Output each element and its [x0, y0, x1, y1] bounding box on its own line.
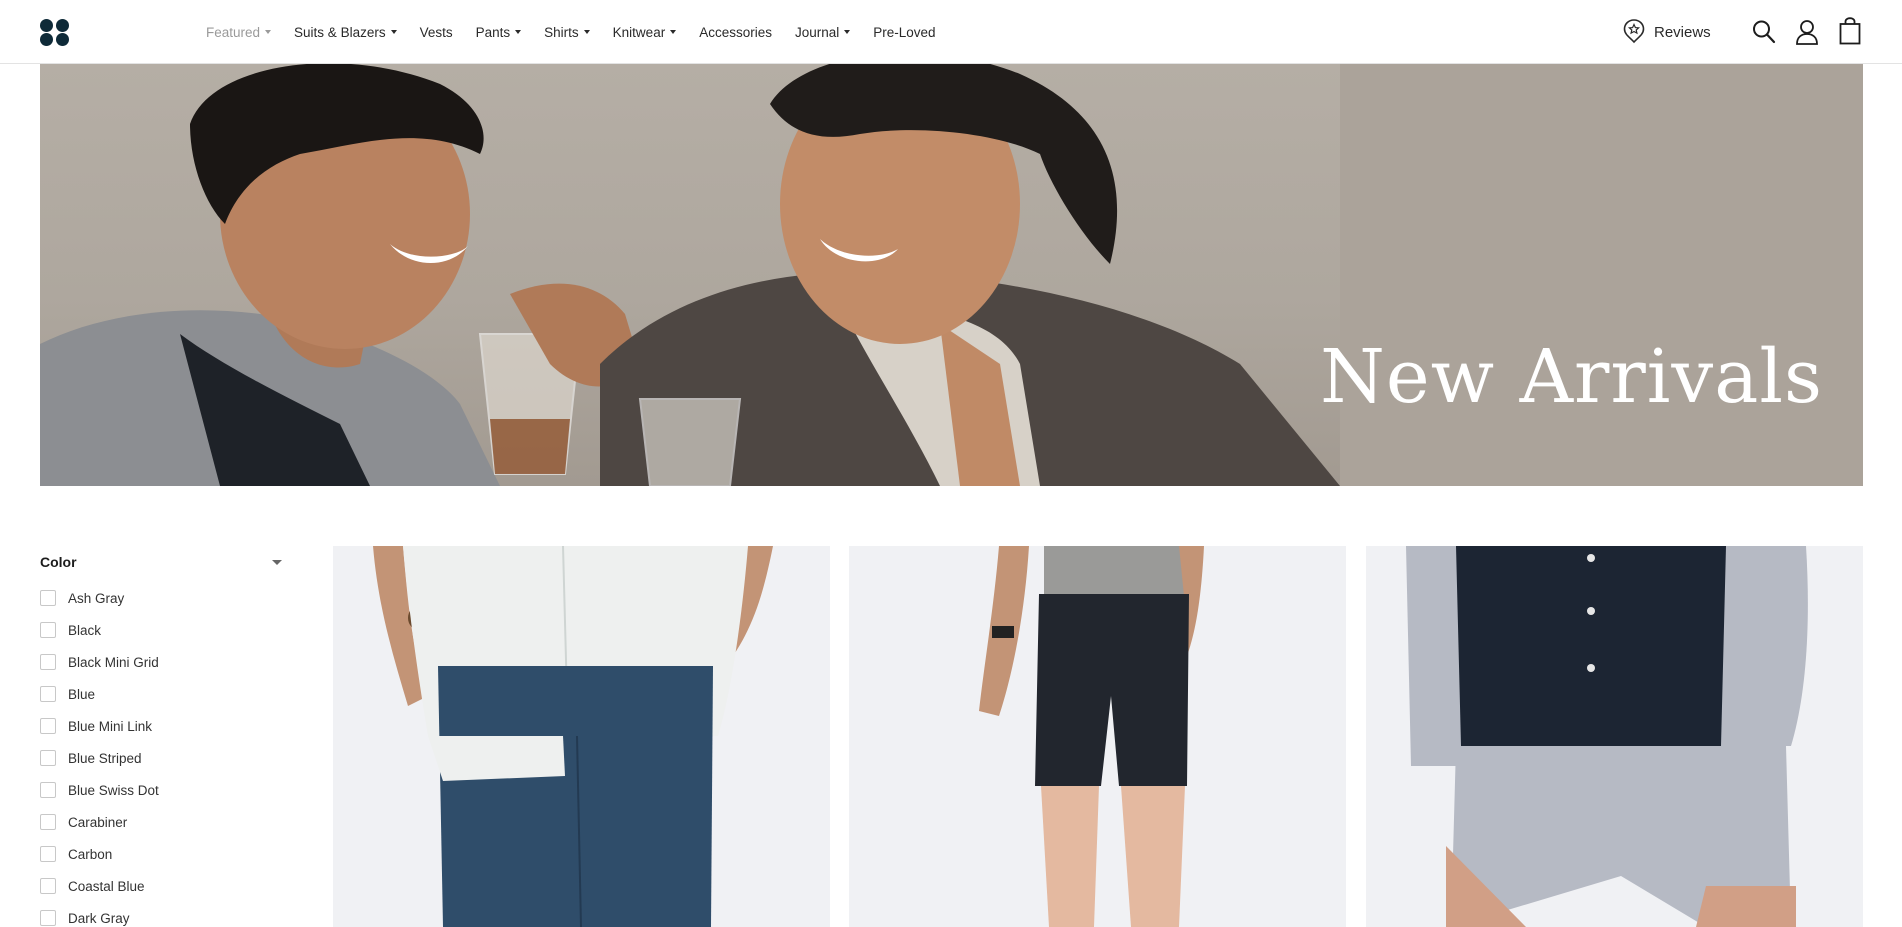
option-label: Black: [68, 622, 102, 638]
hero-title: New Arrivals: [1320, 334, 1823, 420]
option-label: Blue Striped: [68, 750, 142, 766]
nav-label: Shirts: [544, 24, 579, 40]
color-option-black-mini-grid[interactable]: Black Mini Grid: [40, 646, 285, 678]
reviews-badge-icon: [1623, 19, 1645, 44]
option-label: Blue Mini Link: [68, 718, 153, 734]
checkbox[interactable]: [40, 878, 56, 894]
cart-bag-icon[interactable]: [1839, 17, 1861, 45]
color-option-black[interactable]: Black: [40, 614, 285, 646]
nav-item-pre-loved[interactable]: Pre-Loved: [873, 25, 935, 40]
color-option-dark-gray[interactable]: Dark Gray: [40, 902, 285, 927]
reviews-link[interactable]: Reviews: [1622, 18, 1711, 46]
nav-label: Pants: [475, 24, 511, 40]
checkbox[interactable]: [40, 686, 56, 702]
nav-item-knitwear[interactable]: Knitwear: [613, 25, 677, 40]
nav-item-pants[interactable]: Pants: [476, 25, 522, 40]
color-option-blue-mini-link[interactable]: Blue Mini Link: [40, 710, 285, 742]
nav-label: Journal: [794, 24, 840, 40]
checkbox[interactable]: [40, 590, 56, 606]
nav-item-accessories[interactable]: Accessories: [699, 25, 772, 40]
option-label: Blue: [68, 686, 96, 702]
option-label: Dark Gray: [68, 910, 130, 926]
reviews-label: Reviews: [1654, 23, 1711, 41]
nav-label: Featured: [206, 24, 261, 40]
logo-dots-icon[interactable]: [40, 19, 70, 46]
option-label: Coastal Blue: [68, 878, 145, 894]
chevron-down-icon: [583, 30, 590, 34]
color-filter-toggle[interactable]: Color: [40, 550, 285, 574]
color-option-coastal-blue[interactable]: Coastal Blue: [40, 870, 285, 902]
chevron-down-icon: [265, 30, 272, 34]
checkbox[interactable]: [40, 846, 56, 862]
hero-banner: New Arrivals: [40, 64, 1863, 486]
checkbox[interactable]: [40, 814, 56, 830]
product-image: [333, 546, 830, 927]
option-label: Carbon: [68, 846, 113, 862]
chevron-down-icon: [515, 30, 522, 34]
nav-label: Knitwear: [612, 24, 666, 40]
product-card[interactable]: [1366, 546, 1863, 927]
chevron-down-icon: [670, 30, 677, 34]
color-option-ash-gray[interactable]: Ash Gray: [40, 582, 285, 614]
nav-label: Accessories: [699, 24, 772, 40]
product-card[interactable]: [849, 546, 1346, 927]
nav-label: Suits & Blazers: [294, 24, 386, 40]
checkbox[interactable]: [40, 622, 56, 638]
color-option-blue-swiss-dot[interactable]: Blue Swiss Dot: [40, 774, 285, 806]
chevron-down-icon: [272, 559, 282, 565]
hero-photo: [40, 64, 1863, 486]
account-icon[interactable]: [1795, 19, 1819, 45]
checkbox[interactable]: [40, 910, 56, 926]
site-header: Featured Suits & Blazers Vests Pants Shi…: [0, 0, 1902, 64]
nav-item-suits-blazers[interactable]: Suits & Blazers: [294, 25, 397, 40]
color-option-carbon[interactable]: Carbon: [40, 838, 285, 870]
main-nav: Featured Suits & Blazers Vests Pants Shi…: [206, 0, 959, 64]
nav-item-vests[interactable]: Vests: [420, 25, 453, 40]
checkbox[interactable]: [40, 782, 56, 798]
filter-title: Color: [40, 554, 77, 570]
option-label: Carabiner: [68, 814, 128, 830]
checkbox[interactable]: [40, 654, 56, 670]
chevron-down-icon: [844, 30, 851, 34]
option-label: Ash Gray: [68, 590, 125, 606]
nav-label: Pre-Loved: [873, 24, 936, 40]
chevron-down-icon: [390, 30, 397, 34]
nav-item-featured[interactable]: Featured: [206, 24, 272, 40]
color-option-blue-striped[interactable]: Blue Striped: [40, 742, 285, 774]
color-option-blue[interactable]: Blue: [40, 678, 285, 710]
checkbox[interactable]: [40, 718, 56, 734]
search-icon[interactable]: [1752, 19, 1776, 45]
nav-label: Vests: [419, 24, 453, 40]
nav-item-shirts[interactable]: Shirts: [544, 25, 590, 40]
color-filter: Color Ash Gray Black Black Mini Grid Blu…: [40, 550, 285, 927]
checkbox[interactable]: [40, 750, 56, 766]
nav-item-journal[interactable]: Journal: [794, 24, 851, 40]
product-image: [849, 546, 1346, 927]
color-options-list: Ash Gray Black Black Mini Grid Blue Blue…: [40, 582, 285, 927]
product-card[interactable]: [333, 546, 830, 927]
product-image: [1366, 546, 1863, 927]
option-label: Blue Swiss Dot: [68, 782, 159, 798]
color-option-carabiner[interactable]: Carabiner: [40, 806, 285, 838]
option-label: Black Mini Grid: [68, 654, 159, 670]
